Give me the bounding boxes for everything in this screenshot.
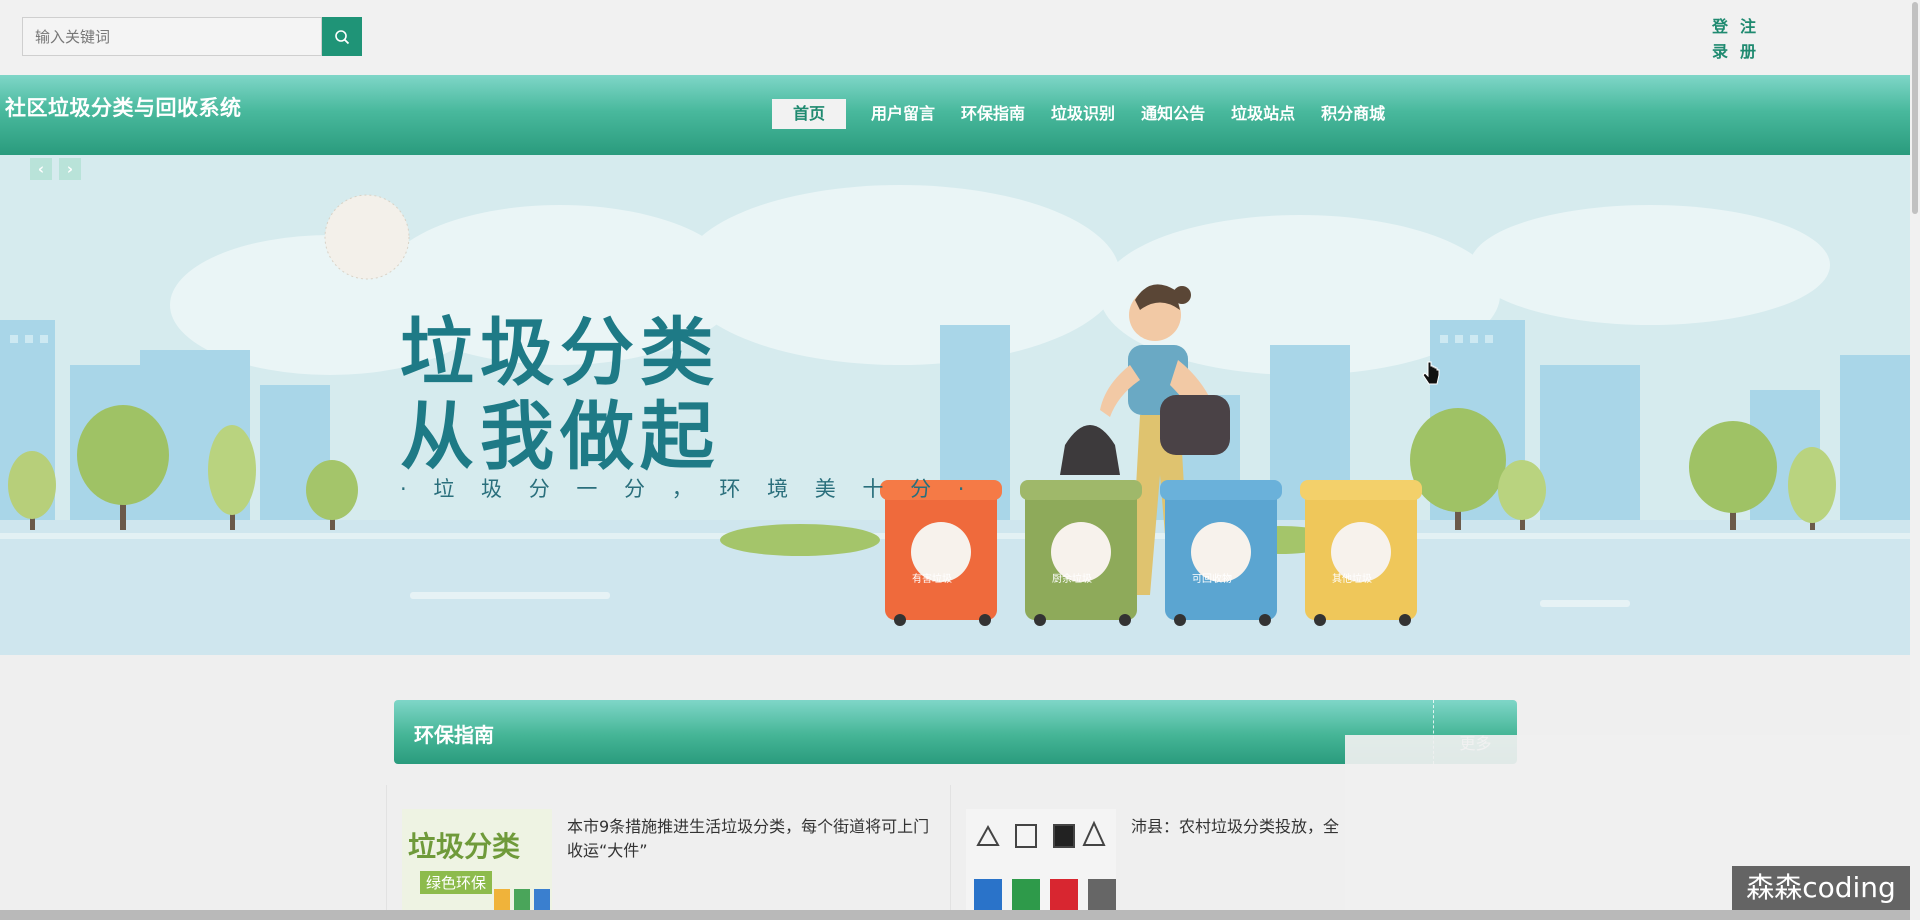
banner-carousel[interactable]: 垃圾分类 从我做起 · 垃 圾 分 一 分 ， 环 境 美 十 分 · 有害垃圾… <box>0 155 1910 655</box>
thumbnail-title: 垃圾分类 <box>408 830 521 863</box>
top-bar: 登 录 注 册 <box>0 0 1910 75</box>
article-title[interactable]: 本市9条措施推进生活垃圾分类，每个街道将可上门收运“大件” <box>567 815 937 863</box>
main-nav: 首页 用户留言 环保指南 垃圾识别 通知公告 垃圾站点 积分商城 <box>772 99 1398 129</box>
nav-item-notices[interactable]: 通知公告 <box>1128 99 1218 129</box>
bin-label-recyclable: 可回收物 <box>1192 574 1232 585</box>
nav-item-garbage-recognition[interactable]: 垃圾识别 <box>1038 99 1128 129</box>
nav-item-messages[interactable]: 用户留言 <box>858 99 948 129</box>
article-thumbnail <box>966 809 1116 920</box>
register-link-char2[interactable]: 册 <box>1738 39 1758 64</box>
login-link-char2[interactable]: 录 <box>1710 39 1730 64</box>
auth-links: 登 录 注 册 <box>1710 14 1770 64</box>
mouse-cursor-icon <box>1422 361 1440 385</box>
watermark: 森森coding <box>1732 866 1910 910</box>
search-button[interactable] <box>322 17 362 56</box>
nav-item-eco-guide[interactable]: 环保指南 <box>948 99 1038 129</box>
banner-slogan-line3: · 垃 圾 分 一 分 ， 环 境 美 十 分 · <box>400 477 975 501</box>
header-navbar: 社区垃圾分类与回收系统 首页 用户留言 环保指南 垃圾识别 通知公告 垃圾站点 … <box>0 75 1910 155</box>
banner-prev-arrow[interactable]: ‹ <box>30 158 52 180</box>
banner-next-arrow[interactable]: › <box>59 158 81 180</box>
article-card[interactable]: 垃圾分类 绿色环保 本市9条措施推进生活垃圾分类，每个街道将可上门收运“大件” <box>386 785 951 920</box>
site-title: 社区垃圾分类与回收系统 <box>5 96 242 120</box>
search-icon <box>335 29 350 44</box>
register-link-char1[interactable]: 注 <box>1738 14 1758 39</box>
scrollbar-thumb[interactable] <box>1912 2 1918 214</box>
section-title: 环保指南 <box>414 723 494 747</box>
nav-item-points-mall[interactable]: 积分商城 <box>1308 99 1398 129</box>
article-thumbnail: 垃圾分类 绿色环保 <box>402 809 552 920</box>
banner-slogan-line2: 从我做起 <box>400 394 720 480</box>
bin-label-hazardous: 有害垃圾 <box>912 574 952 585</box>
recycling-symbols-icon <box>974 820 1116 920</box>
horizontal-scrollbar[interactable] <box>0 910 1910 920</box>
search-input[interactable] <box>22 17 322 56</box>
thumbnail-subtitle: 绿色环保 <box>420 871 493 894</box>
bin-label-other: 其他垃圾 <box>1332 574 1372 585</box>
nav-item-stations[interactable]: 垃圾站点 <box>1218 99 1308 129</box>
login-link-char1[interactable]: 登 <box>1710 14 1730 39</box>
nav-item-home[interactable]: 首页 <box>772 99 847 129</box>
bin-label-kitchen: 厨余垃圾 <box>1052 574 1092 585</box>
banner-illustration <box>0 155 1910 655</box>
